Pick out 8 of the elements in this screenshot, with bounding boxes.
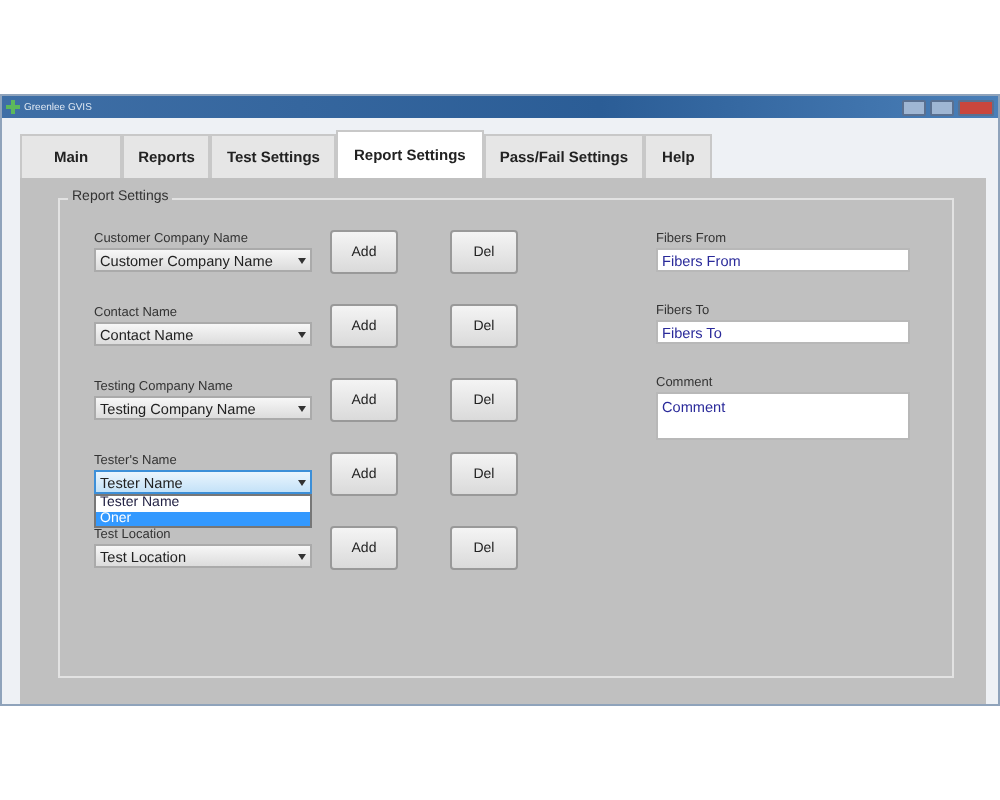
caret-icon xyxy=(298,479,306,485)
caret-icon xyxy=(298,405,306,411)
app-icon xyxy=(6,100,20,114)
maximize-button[interactable] xyxy=(930,99,954,115)
caret-icon xyxy=(298,553,306,559)
caret-icon xyxy=(298,257,306,263)
caret-icon xyxy=(298,331,306,337)
minimize-button[interactable] xyxy=(902,99,926,115)
